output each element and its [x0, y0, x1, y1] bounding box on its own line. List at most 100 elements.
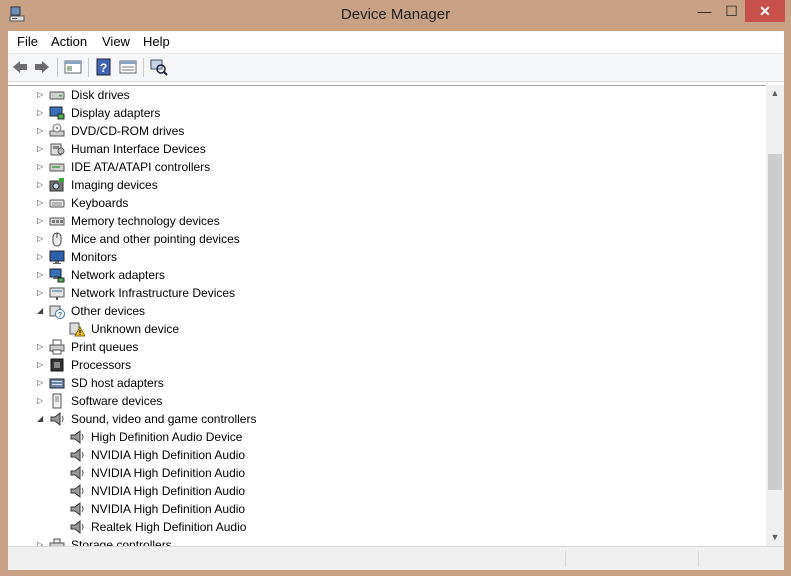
tree-item-label: Network adapters: [71, 268, 166, 282]
monitor-icon: [49, 250, 65, 264]
expand-arrow-icon[interactable]: ▷: [37, 230, 46, 248]
scan-hardware-icon[interactable]: [150, 58, 168, 76]
menu-action[interactable]: Action: [51, 34, 87, 49]
tree-device[interactable]: NVIDIA High Definition Audio: [8, 464, 748, 482]
speaker-icon: [70, 447, 84, 463]
expand-arrow-icon[interactable]: ▷: [37, 194, 46, 212]
view-details-icon[interactable]: [119, 58, 137, 76]
properties-window-icon[interactable]: [64, 58, 82, 76]
tree-category[interactable]: ▷ Network Infrastructure Devices: [8, 284, 748, 302]
tree-category[interactable]: ▷ DVD/CD-ROM drives: [8, 122, 748, 140]
tree-device[interactable]: NVIDIA High Definition Audio: [8, 446, 748, 464]
tree-item-label: Display adapters: [71, 106, 161, 120]
tree-category[interactable]: ▷ Print queues: [8, 338, 748, 356]
tree-category[interactable]: ▷ Software devices: [8, 392, 748, 410]
tree-item-label: Processors: [71, 358, 132, 372]
tree-category[interactable]: ▷ Disk drives: [8, 86, 748, 104]
expand-arrow-icon[interactable]: ▷: [37, 212, 46, 230]
back-icon[interactable]: [11, 58, 29, 76]
tree-item-label: SD host adapters: [71, 376, 164, 390]
tree-item-label: Unknown device: [91, 322, 180, 336]
menu-help[interactable]: Help: [143, 34, 170, 49]
tree-item-label: IDE ATA/ATAPI controllers: [71, 160, 211, 174]
tree-device[interactable]: High Definition Audio Device: [8, 428, 748, 446]
sd-host-icon: [49, 378, 65, 389]
status-pane: [698, 550, 699, 567]
tree-device[interactable]: Realtek High Definition Audio: [8, 518, 748, 536]
printer-icon: [49, 339, 65, 355]
toolbar: ?: [8, 53, 784, 82]
expand-arrow-icon[interactable]: ▷: [37, 248, 46, 266]
menu-view[interactable]: View: [102, 34, 130, 49]
client-area: File Action View Help ? ▷ Disk drives ▷ Dis…: [8, 31, 784, 570]
dvd-drive-icon: [49, 123, 65, 137]
scroll-down-arrow-icon[interactable]: ▼: [766, 529, 784, 546]
expand-arrow-icon[interactable]: ▷: [37, 374, 46, 392]
disk-drive-icon: [49, 91, 65, 100]
expand-arrow-icon[interactable]: ▷: [37, 266, 46, 284]
expand-arrow-icon[interactable]: ▷: [37, 356, 46, 374]
tree-category[interactable]: ▷ SD host adapters: [8, 374, 748, 392]
maximize-button[interactable]: ☐: [718, 0, 745, 22]
mouse-icon: [52, 232, 62, 247]
tree-device[interactable]: NVIDIA High Definition Audio: [8, 500, 748, 518]
network-infrastructure-icon: [49, 287, 65, 300]
toolbar-separator: [88, 58, 89, 77]
tree-item-label: Monitors: [71, 250, 118, 264]
expand-arrow-icon[interactable]: ▷: [37, 284, 46, 302]
tree-category[interactable]: ▷ Display adapters: [8, 104, 748, 122]
tree-item-label: Sound, video and game controllers: [71, 412, 257, 426]
device-tree[interactable]: ▷ Disk drives ▷ Display adapters ▷ DVD/CD-ROM…: [8, 85, 766, 547]
tree-category[interactable]: ▷ Keyboards: [8, 194, 748, 212]
tree-item-label: Network Infrastructure Devices: [71, 286, 236, 300]
speaker-icon: [70, 501, 84, 517]
minimize-button[interactable]: —: [691, 0, 718, 22]
expand-arrow-icon[interactable]: ▷: [37, 86, 46, 104]
tree-item-label: Realtek High Definition Audio: [91, 520, 247, 534]
title-bar[interactable]: Device Manager — ☐ ✕: [0, 0, 791, 31]
processor-icon: [50, 358, 64, 372]
tree-category[interactable]: ◢ Sound, video and game controllers: [8, 410, 748, 428]
device-manager-window: Device Manager — ☐ ✕ File Action View He…: [0, 0, 791, 576]
collapse-arrow-icon[interactable]: ◢: [37, 302, 46, 320]
expand-arrow-icon[interactable]: ▷: [37, 104, 46, 122]
collapse-arrow-icon[interactable]: ◢: [37, 410, 46, 428]
speaker-icon: [50, 411, 64, 427]
tree-category[interactable]: ▷ Human Interface Devices: [8, 140, 748, 158]
tree-device[interactable]: NVIDIA High Definition Audio: [8, 482, 748, 500]
software-device-icon: [52, 393, 62, 409]
tree-item-label: Human Interface Devices: [71, 142, 206, 156]
expand-arrow-icon[interactable]: ▷: [37, 140, 46, 158]
expand-arrow-icon[interactable]: ▷: [37, 158, 46, 176]
tree-device[interactable]: Unknown device: [8, 320, 748, 338]
menu-file[interactable]: File: [17, 34, 38, 49]
toolbar-separator: [143, 58, 144, 77]
help-icon[interactable]: ?: [95, 58, 113, 76]
tree-category[interactable]: ▷ Network adapters: [8, 266, 748, 284]
expand-arrow-icon[interactable]: ▷: [37, 122, 46, 140]
tree-category[interactable]: ▷ IDE ATA/ATAPI controllers: [8, 158, 748, 176]
vertical-scrollbar[interactable]: ▲ ▼: [766, 85, 784, 546]
forward-icon[interactable]: [33, 58, 51, 76]
tree-item-label: NVIDIA High Definition Audio: [91, 448, 246, 462]
tree-category[interactable]: ◢? Other devices: [8, 302, 748, 320]
tree-item-label: Keyboards: [71, 196, 129, 210]
tree-category[interactable]: ▷ Memory technology devices: [8, 212, 748, 230]
imaging-device-icon: [49, 178, 64, 192]
tree-category[interactable]: ▷ Mice and other pointing devices: [8, 230, 748, 248]
other-devices-icon: ?: [49, 305, 65, 319]
expand-arrow-icon[interactable]: ▷: [37, 392, 46, 410]
speaker-icon: [70, 465, 84, 481]
tree-item-label: Imaging devices: [71, 178, 158, 192]
display-adapter-icon: [49, 106, 65, 120]
expand-arrow-icon[interactable]: ▷: [37, 176, 46, 194]
close-button[interactable]: ✕: [745, 0, 785, 22]
tree-category[interactable]: ▷ Monitors: [8, 248, 748, 266]
tree-category[interactable]: ▷ Imaging devices: [8, 176, 748, 194]
svg-text:?: ?: [58, 312, 62, 319]
keyboard-icon: [49, 199, 65, 208]
expand-arrow-icon[interactable]: ▷: [37, 338, 46, 356]
scroll-up-arrow-icon[interactable]: ▲: [766, 85, 784, 102]
scrollbar-thumb[interactable]: [768, 154, 782, 490]
tree-category[interactable]: ▷ Processors: [8, 356, 748, 374]
